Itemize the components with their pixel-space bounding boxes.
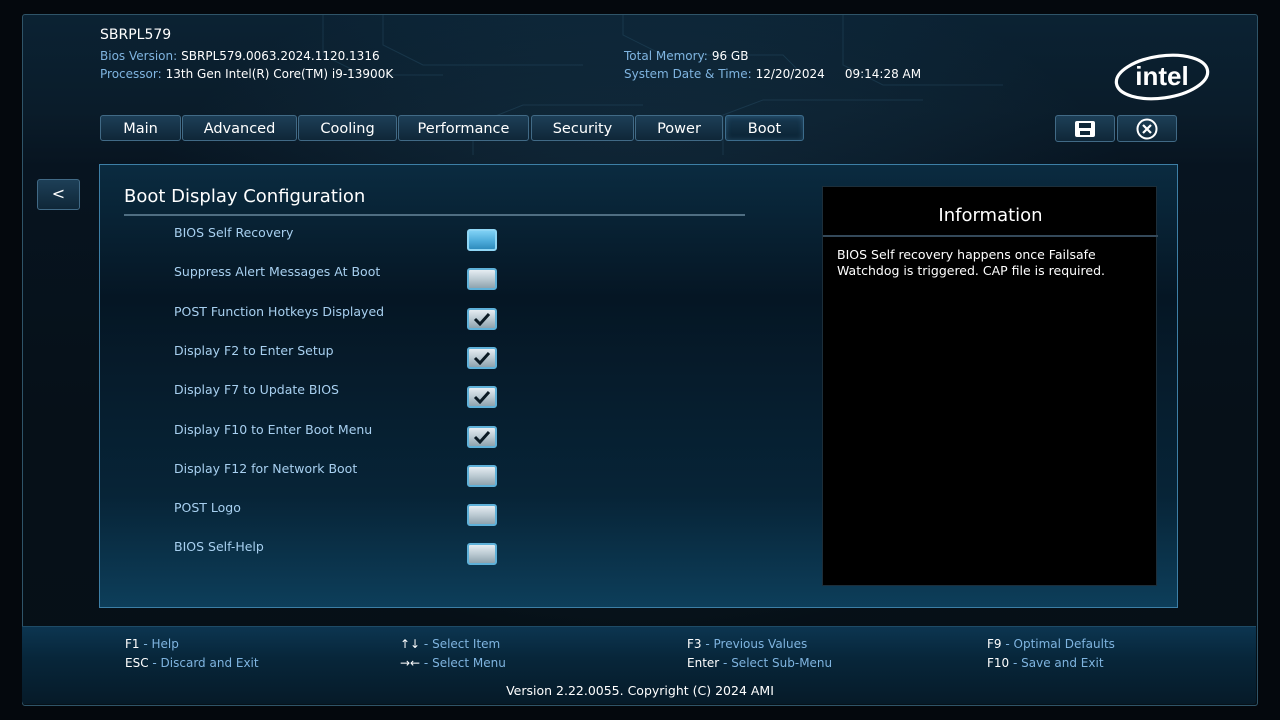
hint-select-submenu: Enter - Select Sub-Menu <box>687 656 832 670</box>
hint-key: →← <box>400 656 421 670</box>
hint-separator: - <box>139 637 152 651</box>
checkmark-icon <box>473 351 491 365</box>
tab-cooling[interactable]: Cooling <box>298 115 397 141</box>
option-checkbox[interactable] <box>467 307 497 330</box>
hint-discard-exit: ESC - Discard and Exit <box>125 656 259 670</box>
tab-power[interactable]: Power <box>635 115 723 141</box>
hint-desc: Select Menu <box>432 656 506 670</box>
option-label[interactable]: POST Function Hotkeys Displayed <box>174 304 384 319</box>
information-text: BIOS Self recovery happens once Failsafe… <box>837 247 1105 278</box>
option-label[interactable]: BIOS Self Recovery <box>174 225 293 240</box>
memory-value: 96 GB <box>711 49 749 63</box>
information-title: Information <box>938 205 1043 226</box>
hint-separator: - <box>701 637 714 651</box>
system-model: SBRPL579 <box>100 27 172 43</box>
option-label[interactable]: Display F10 to Enter Boot Menu <box>174 422 372 437</box>
page-title: Boot Display Configuration <box>124 186 366 207</box>
hint-save-exit: F10 - Save and Exit <box>987 656 1104 670</box>
option-checkbox[interactable] <box>467 386 497 409</box>
hint-desc: Previous Values <box>713 637 808 651</box>
hint-desc: Help <box>151 637 179 651</box>
title-divider <box>124 214 745 216</box>
hint-optimal-defaults: F9 - Optimal Defaults <box>987 637 1115 651</box>
processor-value: 13th Gen Intel(R) Core(TM) i9-13900K <box>165 67 394 81</box>
logo-text: intel <box>1135 61 1188 91</box>
hint-previous-values: F3 - Previous Values <box>687 637 807 651</box>
option-checkbox[interactable] <box>467 268 497 291</box>
time-value: 09:14:28 AM <box>844 67 922 81</box>
option-label[interactable]: Suppress Alert Messages At Boot <box>174 264 380 279</box>
option-checkbox[interactable] <box>467 464 497 487</box>
information-divider <box>823 235 1158 237</box>
bios-version-value: SBRPL579.0063.2024.1120.1316 <box>181 49 380 63</box>
option-checkbox[interactable] <box>467 425 497 448</box>
hint-key: F3 <box>687 637 702 651</box>
version-text: Version 2.22.0055. Copyright (C) 2024 AM… <box>506 683 774 698</box>
option-checkbox[interactable] <box>467 504 497 527</box>
hint-key: ↑↓ <box>400 637 421 651</box>
memory-row: Total Memory: 96 GB <box>624 49 748 63</box>
datetime-row: System Date & Time: 12/20/2024 09:14:28 AM <box>624 67 921 81</box>
save-button[interactable] <box>1055 115 1115 142</box>
intel-logo: intel <box>1114 53 1210 101</box>
hint-key: F1 <box>125 637 140 651</box>
option-label[interactable]: POST Logo <box>174 500 241 515</box>
hint-key: F9 <box>987 637 1002 651</box>
option-label[interactable]: Display F2 to Enter Setup <box>174 343 334 358</box>
tab-security[interactable]: Security <box>531 115 634 141</box>
hint-separator: - <box>420 656 433 670</box>
memory-label: Total Memory: <box>624 49 708 63</box>
option-checkbox[interactable] <box>467 346 497 369</box>
option-label[interactable]: Display F12 for Network Boot <box>174 461 357 476</box>
tab-performance[interactable]: Performance <box>398 115 529 141</box>
floppy-disk-icon <box>1075 120 1095 137</box>
option-checkbox[interactable] <box>467 543 497 566</box>
tab-main[interactable]: Main <box>100 115 181 141</box>
datetime-label: System Date & Time: <box>624 67 752 81</box>
hint-separator: - <box>719 656 732 670</box>
processor-row: Processor: 13th Gen Intel(R) Core(TM) i9-… <box>100 67 393 81</box>
date-value: 12/20/2024 <box>755 67 825 81</box>
hint-separator: - <box>420 637 433 651</box>
close-circle-icon <box>1136 118 1158 139</box>
checkmark-icon <box>473 430 491 444</box>
hint-separator: - <box>148 656 161 670</box>
information-panel: Information BIOS Self recovery happens o… <box>822 186 1158 586</box>
bios-version-row: Bios Version: SBRPL579.0063.2024.1120.131… <box>100 49 380 63</box>
back-button[interactable]: < <box>37 179 80 210</box>
hint-desc: Save and Exit <box>1021 656 1104 670</box>
checkmark-icon <box>473 391 491 405</box>
hint-select-item: ↑↓ - Select Item <box>400 637 500 651</box>
checkmark-icon <box>473 312 491 326</box>
hint-select-menu: →← - Select Menu <box>400 656 506 670</box>
hint-key: Enter <box>687 656 720 670</box>
bios-version-label: Bios Version: <box>100 49 178 63</box>
hint-desc: Select Sub-Menu <box>731 656 833 670</box>
option-label[interactable]: Display F7 to Update BIOS <box>174 382 339 397</box>
hint-desc: Optimal Defaults <box>1013 637 1115 651</box>
option-checkbox[interactable] <box>467 229 497 251</box>
hint-key: F10 <box>987 656 1010 670</box>
hint-help: F1 - Help <box>125 637 179 651</box>
hint-key: ESC <box>125 656 149 670</box>
exit-button[interactable] <box>1117 115 1177 142</box>
processor-label: Processor: <box>100 67 162 81</box>
option-label[interactable]: BIOS Self-Help <box>174 539 264 554</box>
hint-separator: - <box>1009 656 1022 670</box>
tab-advanced[interactable]: Advanced <box>182 115 297 141</box>
hint-desc: Select Item <box>432 637 501 651</box>
tab-boot[interactable]: Boot <box>725 115 804 141</box>
hint-desc: Discard and Exit <box>160 656 259 670</box>
hint-separator: - <box>1001 637 1014 651</box>
